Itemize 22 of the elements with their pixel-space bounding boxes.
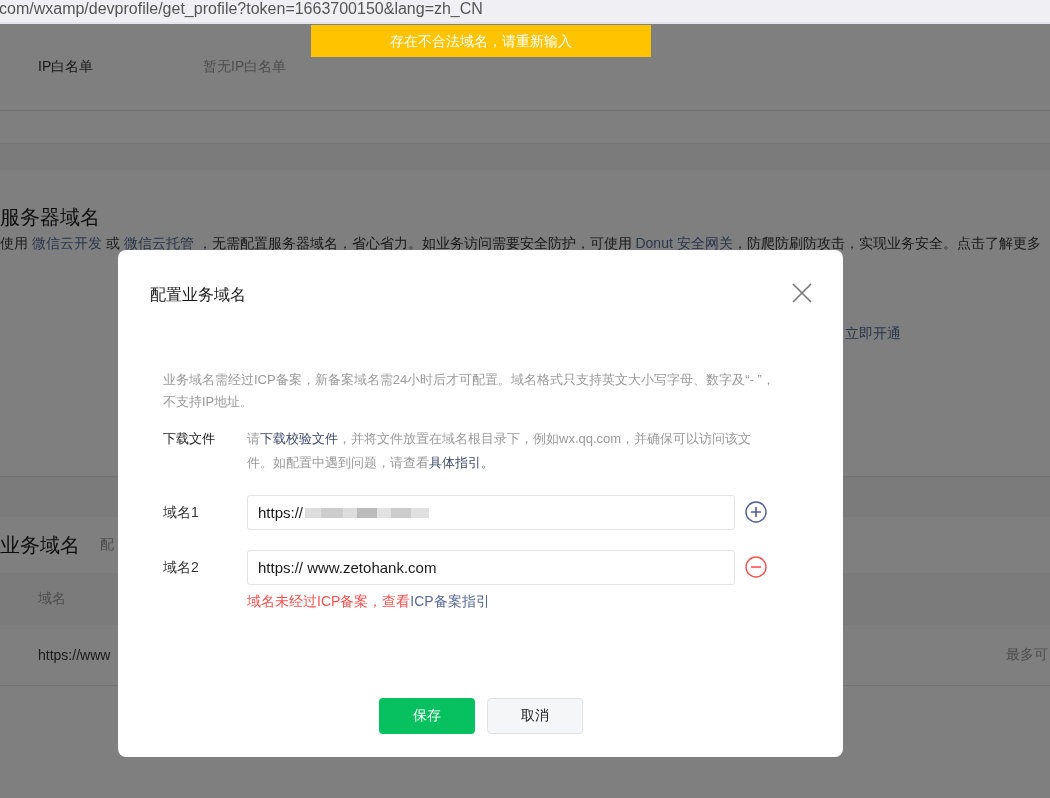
- error-message: 域名未经过ICP备案，查看ICP备案指引: [247, 593, 491, 611]
- section-title: 服务器域名: [0, 205, 101, 230]
- section-description: 使用 微信云开发 或 微信云托管 ，无需配置服务器域名，省心省力。如业务访问需要安全防护，可使用 Donut 安全网关，防爬防刷防攻击，实现业务安全。点击了解更多: [0, 235, 1042, 253]
- input-field[interactable]: https:// www.zetohank.com: [247, 550, 735, 585]
- section-title: 业务域名: [0, 532, 80, 558]
- close-icon[interactable]: [792, 283, 812, 303]
- text-link[interactable]: 具体指引。: [429, 455, 494, 470]
- row-label: IP白名单: [38, 58, 95, 76]
- field-label: 域名2: [163, 558, 200, 577]
- field-label: 下载文件: [163, 430, 216, 448]
- dialog-title: 配置业务域名: [150, 285, 246, 305]
- input-field[interactable]: https://: [247, 495, 735, 530]
- remove-icon[interactable]: [745, 556, 767, 578]
- text-link[interactable]: 下载校验文件: [260, 431, 338, 446]
- download-instructions: 请下载校验文件，并将文件放置在域名根目录下，例如wx.qq.com，并确保可以访问该文件。如配置中遇到问题，请查看具体指引。: [247, 430, 753, 472]
- add-icon[interactable]: [745, 501, 767, 523]
- notice-text: 业务域名需经过ICP备案，新备案域名需24小时后才可配置。域名格式只支持英文大小写字母、数字及“- ”，不支持IP地址。: [163, 371, 776, 411]
- error-toast: 存在不合法域名，请重新输入: [311, 25, 651, 57]
- cancel-button[interactable]: 取消: [486, 698, 583, 734]
- table-cell: https://www: [38, 647, 111, 663]
- field-label: 域名1: [163, 503, 200, 522]
- guide-link[interactable]: ICP备案指引: [410, 593, 490, 609]
